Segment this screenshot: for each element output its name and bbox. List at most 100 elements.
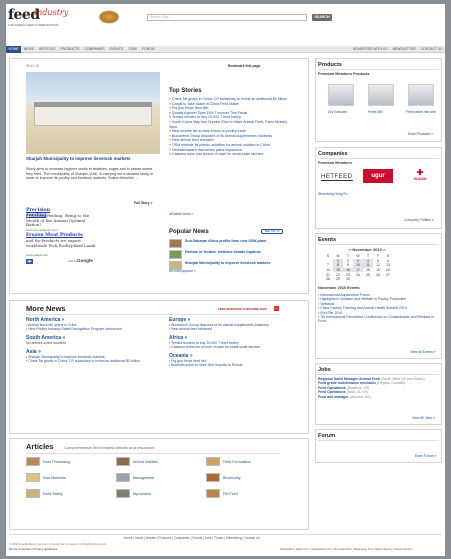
all-events-link[interactable]: View all Events » — [410, 350, 436, 354]
story-link[interactable]: South Korea May Use Surplus Rice to Make… — [169, 120, 294, 129]
article-link[interactable]: Management — [133, 476, 154, 480]
jobs-list: Regional Sales Manager Animal Feed (Sout… — [318, 377, 439, 399]
calendar-day[interactable] — [373, 277, 383, 282]
product-image-pellet-mill[interactable] — [368, 84, 394, 106]
region-story[interactable]: Cassava turns into source of cash for sm… — [169, 345, 287, 349]
nav-item-forum[interactable]: FORUM — [139, 46, 156, 53]
article-thumb — [26, 473, 40, 482]
article-link[interactable]: Pet Feed — [223, 492, 238, 496]
job-title[interactable]: Feed Operations — [318, 390, 346, 394]
article-category[interactable]: Raw Materials — [26, 473, 116, 482]
nav-contact[interactable]: CONTACT US — [418, 46, 445, 53]
all-popular-link[interactable]: all most popular » — [169, 269, 196, 273]
article-category[interactable]: Feed Formulation — [206, 457, 296, 466]
ads-by-label: Ads by — [68, 259, 78, 263]
nav-item-news[interactable]: NEWS — [21, 46, 36, 53]
article-category[interactable]: Feed Processing — [26, 457, 116, 466]
company-logo-hetfeed[interactable]: HETFEED — [321, 174, 353, 181]
search-button[interactable]: SEARCH — [312, 14, 332, 21]
job-title[interactable]: Regional Sales Manager Animal Feed — [318, 377, 380, 381]
article-category[interactable]: Management — [116, 473, 206, 482]
event-link[interactable]: 7th International Fermented Conference o… — [318, 315, 439, 324]
calendar-month[interactable]: « November 2010 » — [349, 247, 385, 252]
nav-advertise[interactable]: ADVERTISE WITH US — [351, 46, 390, 53]
product-link[interactable]: Dry Extruder — [328, 110, 347, 114]
companies-panel — [315, 147, 442, 229]
calendar-day[interactable]: 28 — [323, 277, 333, 282]
calendar-day[interactable]: 30 — [343, 277, 353, 282]
article-link[interactable]: Biosecurity — [223, 476, 241, 480]
feature-headline[interactable]: Sharjah Municipality to improve livestoc… — [26, 156, 160, 161]
popular-link[interactable]: Sub-Saharan Africa profits from new OSM … — [185, 239, 266, 248]
nav-item-home[interactable]: HOME — [6, 45, 22, 53]
forum-title: Forum — [318, 433, 336, 439]
article-thumb — [26, 457, 40, 466]
all-jobs-link[interactable]: View All Jobs » — [412, 416, 435, 420]
ad-url[interactable]: www.arafeb.com — [26, 253, 48, 257]
article-category[interactable]: Animal Nutrition — [116, 457, 206, 466]
nav-item-events[interactable]: EVENTS — [107, 46, 126, 53]
popular-link[interactable]: Sharjah Municipality to improve livestoc… — [185, 261, 270, 270]
more-products-link[interactable]: More Products » — [408, 132, 433, 136]
product-link[interactable]: Feed pellet mill with — [406, 110, 436, 114]
calendar-day[interactable] — [353, 277, 363, 282]
region-story[interactable]: China Tat grows in China: CP subsidiary … — [26, 359, 144, 363]
popular-link[interactable]: Pasture or feedlot: methane debate expan… — [185, 250, 261, 259]
article-link[interactable]: Feed Safety — [43, 492, 62, 496]
calendar-day[interactable]: 29 — [333, 277, 343, 282]
story-link[interactable]: China Tat grows in China: CP subsidiary … — [169, 97, 294, 102]
rss-icon[interactable]: » — [274, 306, 279, 311]
region-story[interactable]: New animal feed released — [169, 327, 287, 331]
article-link[interactable]: Feed Processing — [43, 460, 70, 464]
popular-title: Popular News — [169, 229, 209, 235]
company-logo-ugur[interactable]: ugur — [363, 169, 393, 183]
product-link[interactable]: Pellet Mill — [368, 110, 383, 114]
google-logo[interactable]: Google — [77, 258, 93, 263]
ad-url[interactable]: www.dsmnutripoint.com — [26, 228, 58, 232]
partner-links[interactable]: PoultryPro | Swine Pro | Aquaculture Pro… — [280, 547, 413, 551]
job-title[interactable]: Feed mill manager — [318, 395, 349, 399]
job-item[interactable]: Feed mill manager (Arizona, US) — [318, 395, 439, 399]
enter-forum-link[interactable]: Enter Forum » — [415, 454, 437, 458]
company-name-link[interactable]: Shandong Hong Fu — [318, 192, 347, 196]
region-story[interactable]: New Poultry Industry Safeti Recognition … — [26, 327, 144, 331]
nav-item-articles[interactable]: ARTICLES — [36, 46, 58, 53]
full-story-link[interactable]: Full Story » — [134, 201, 152, 205]
search-input[interactable]: Search Site — [147, 14, 307, 21]
article-category[interactable]: Mycotoxins — [116, 489, 206, 498]
nav-item-jobs[interactable]: JOBS — [126, 46, 140, 53]
article-category[interactable]: Biosecurity — [206, 473, 296, 482]
popular-thumb — [169, 239, 182, 248]
terms-links[interactable]: Terms of service | Privacy guidelines — [9, 547, 57, 551]
calendar-day[interactable] — [363, 277, 373, 282]
ad-nav-icon[interactable]: ◀▶ — [26, 259, 33, 264]
popular-item[interactable]: Sub-Saharan Africa profits from new OSM … — [169, 239, 299, 248]
nav-item-companies[interactable]: COMPANIES — [82, 46, 107, 53]
nav-item-products[interactable]: PRODUCTS — [58, 46, 82, 53]
footer-links[interactable]: Home | News | Articles | Products | Comp… — [124, 536, 260, 540]
article-link[interactable]: Mycotoxins — [133, 492, 151, 496]
article-link[interactable]: Feed Formulation — [223, 460, 251, 464]
divider — [318, 158, 439, 159]
newsfeed-link[interactable]: FREE NEWSFEED SUBSCRIBE NOW — [218, 307, 267, 311]
article-category[interactable]: Pet Feed — [206, 489, 296, 498]
see-top-10-button[interactable]: SEE TOP 10 — [261, 229, 283, 234]
region-story[interactable]: Australia looks to more beef exports to … — [169, 363, 287, 367]
product-image-dry-extruder[interactable] — [328, 84, 354, 106]
story-link[interactable]: Cassava turns into source of cash for sm… — [169, 152, 294, 157]
job-title[interactable]: Feed Operations — [318, 386, 346, 390]
article-link[interactable]: Raw Materials — [43, 476, 66, 480]
feature-image[interactable] — [26, 72, 160, 154]
article-link[interactable]: Animal Nutrition — [133, 460, 158, 464]
article-category[interactable]: Feed Safety — [26, 489, 116, 498]
nav-newsletter[interactable]: NEWSLETTER — [390, 46, 418, 53]
job-title[interactable]: Feed grade maintenance mechanic — [318, 381, 376, 385]
all-news-link[interactable]: all latest news » — [169, 212, 193, 216]
company-logo-huaxin[interactable]: ✚ HUAXIN — [404, 169, 436, 183]
calendar-day[interactable] — [383, 277, 393, 282]
bookmark-link[interactable]: Bookmark this page — [228, 64, 260, 68]
product-image-feed-pellet-mill[interactable] — [408, 84, 434, 106]
site-logo[interactable]: feed Industry THE ANIMAL FEED INTERNATIO… — [8, 8, 68, 28]
popular-item[interactable]: Pasture or feedlot: methane debate expan… — [169, 250, 299, 259]
company-profiles-link[interactable]: Company Profiles » — [404, 218, 434, 222]
